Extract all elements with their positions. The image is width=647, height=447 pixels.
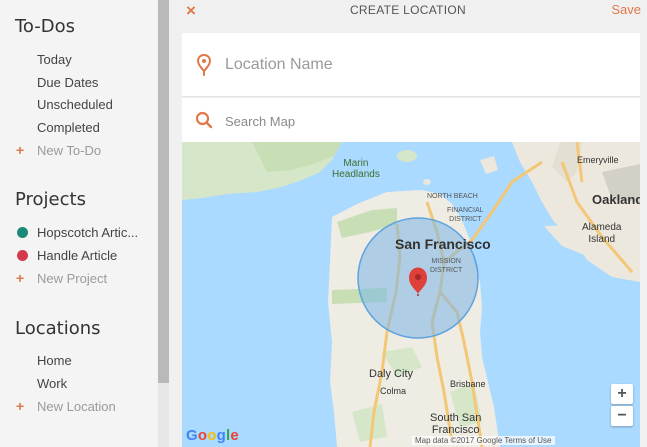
map-label-san-francisco: San Francisco <box>395 236 491 252</box>
search-map-card <box>182 98 640 142</box>
scrollbar-thumb[interactable] <box>158 0 169 383</box>
map-label-brisbane: Brisbane <box>450 379 486 389</box>
map-label-north-beach: NORTH BEACH <box>427 193 478 200</box>
map-label-alameda: Alameda Island <box>582 222 622 245</box>
sidebar: To-Dos Today Due Dates Unscheduled Compl… <box>0 0 158 447</box>
app-window: To-Dos Today Due Dates Unscheduled Compl… <box>0 0 647 447</box>
search-icon <box>195 111 213 129</box>
sidebar-item-unscheduled[interactable]: Unscheduled <box>37 97 113 112</box>
search-map-input[interactable] <box>225 111 625 131</box>
location-pin-icon <box>197 54 211 76</box>
zoom-in-button[interactable]: + <box>611 384 633 404</box>
google-logo: Google <box>186 427 239 444</box>
sidebar-item-completed[interactable]: Completed <box>37 120 100 135</box>
sidebar-item-today[interactable]: Today <box>37 52 72 67</box>
zoom-out-button[interactable]: − <box>611 406 633 426</box>
project-color-dot <box>17 250 28 261</box>
sidebar-item-due-dates[interactable]: Due Dates <box>37 75 98 90</box>
map-label-oakland: Oakland <box>592 192 640 207</box>
plus-icon: + <box>16 142 25 158</box>
map-label-marin: Marin Headlands <box>332 158 380 180</box>
map-view[interactable]: Marin Headlands Emeryville Oakland Alame… <box>182 142 640 447</box>
panel-header: × CREATE LOCATION Save <box>169 0 647 32</box>
project-color-dot <box>17 227 28 238</box>
google-logo-letter: o <box>207 427 217 444</box>
map-label-daly-city: Daly City <box>369 368 414 380</box>
map-canvas <box>182 142 640 447</box>
map-label-emeryville: Emeryville <box>577 155 619 165</box>
map-label-mission: MISSION DISTRICT <box>430 258 463 274</box>
page-title: CREATE LOCATION <box>349 3 467 17</box>
map-label-south-sf: South San Francisco <box>430 412 482 436</box>
sidebar-scrollbar[interactable] <box>158 0 169 447</box>
locations-heading: Locations <box>15 318 101 339</box>
sidebar-item-work[interactable]: Work <box>37 376 67 391</box>
google-logo-letter: e <box>230 427 239 444</box>
sidebar-item-home[interactable]: Home <box>37 353 72 368</box>
map-label-financial: FINANCIAL DISTRICT <box>447 207 484 223</box>
sidebar-item-project-handle[interactable]: Handle Article <box>37 248 117 263</box>
location-name-card <box>182 33 640 97</box>
map-attribution[interactable]: Map data ©2017 Google Terms of Use <box>412 436 555 445</box>
google-logo-letter: g <box>216 427 226 444</box>
new-project-button[interactable]: New Project <box>37 271 107 286</box>
google-logo-letter: o <box>197 427 208 444</box>
google-logo-letter: G <box>186 427 198 444</box>
sidebar-item-project-hopscotch[interactable]: Hopscotch Artic... <box>37 225 138 240</box>
todos-heading: To-Dos <box>15 16 76 37</box>
new-location-button[interactable]: New Location <box>37 399 116 414</box>
plus-icon: + <box>16 270 25 286</box>
new-todo-button[interactable]: New To-Do <box>37 143 101 158</box>
save-button[interactable]: Save <box>611 2 641 17</box>
create-location-panel: × CREATE LOCATION Save Location Name Sea… <box>169 0 647 447</box>
plus-icon: + <box>16 398 25 414</box>
map-label-colma: Colma <box>380 386 407 396</box>
projects-heading: Projects <box>15 189 86 210</box>
location-name-input[interactable] <box>225 52 625 78</box>
